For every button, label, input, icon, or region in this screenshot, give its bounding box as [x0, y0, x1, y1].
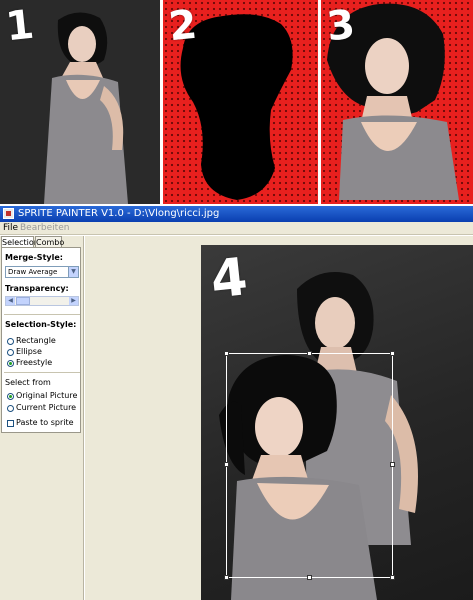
resize-handle[interactable] — [390, 351, 395, 356]
selection-rectangle[interactable] — [224, 351, 395, 580]
merge-style-select[interactable]: Draw Average ▼ — [5, 266, 79, 278]
radio-original-picture[interactable] — [7, 393, 14, 400]
select-from-label: Select from — [5, 378, 51, 387]
paste-to-sprite-label: Paste to sprite — [16, 418, 74, 427]
panel-cutout: 3 — [321, 0, 473, 204]
transparency-slider[interactable]: ◀ ▶ — [5, 296, 79, 306]
resize-handle[interactable] — [307, 575, 312, 580]
panel-original-photo: 1 — [0, 0, 160, 204]
menu-bar: File Bearbeiten — [0, 222, 473, 235]
window-titlebar[interactable]: SPRITE PAINTER V1.0 - D:\Vlong\ricci.jpg — [0, 206, 473, 222]
panel-mask: 2 — [163, 0, 318, 204]
comparison-strip: 1 2 3 — [0, 0, 473, 204]
resize-handle[interactable] — [224, 575, 229, 580]
tab-row: Selection Combo — [0, 236, 84, 247]
resize-handle[interactable] — [307, 351, 312, 356]
chevron-right-icon[interactable]: ▶ — [69, 297, 78, 305]
radio-ellipse-label: Ellipse — [16, 347, 42, 356]
radio-current-picture[interactable] — [7, 405, 14, 412]
panel-number: 2 — [166, 1, 200, 51]
radio-rectangle-label: Rectangle — [16, 336, 56, 345]
divider — [4, 314, 80, 315]
paste-to-sprite-checkbox[interactable] — [7, 420, 14, 427]
radio-original-picture-label: Original Picture — [16, 391, 78, 400]
app-icon — [3, 208, 14, 219]
panel-number: 1 — [3, 1, 37, 51]
chevron-down-icon[interactable]: ▼ — [68, 267, 78, 277]
selection-tab-body: Merge-Style: Draw Average ▼ Transparency… — [1, 247, 81, 433]
transparency-label: Transparency: — [5, 284, 69, 293]
radio-ellipse[interactable] — [7, 349, 14, 356]
resize-handle[interactable] — [390, 462, 395, 467]
radio-freestyle[interactable] — [7, 360, 14, 367]
resize-handle[interactable] — [224, 351, 229, 356]
tool-panel: Selection Combo Merge-Style: Draw Averag… — [0, 236, 84, 600]
menu-edit[interactable]: Bearbeiten — [20, 222, 69, 235]
canvas-image[interactable]: 4 — [201, 245, 473, 600]
panel-number: 3 — [324, 1, 358, 51]
resize-handle[interactable] — [224, 462, 229, 467]
radio-rectangle[interactable] — [7, 338, 14, 345]
radio-freestyle-label: Freestyle — [16, 358, 53, 367]
tab-combo[interactable]: Combo — [35, 236, 64, 247]
radio-current-picture-label: Current Picture — [16, 403, 77, 412]
tab-selection[interactable]: Selection — [1, 236, 39, 247]
window-title: SPRITE PAINTER V1.0 - D:\Vlong\ricci.jpg — [18, 208, 220, 219]
divider — [4, 372, 80, 373]
canvas-area: 4 — [85, 236, 473, 600]
chevron-left-icon[interactable]: ◀ — [6, 297, 15, 305]
selection-style-label: Selection-Style: — [5, 320, 77, 329]
resize-handle[interactable] — [390, 575, 395, 580]
merge-style-label: Merge-Style: — [5, 253, 63, 262]
canvas-number: 4 — [207, 247, 251, 311]
slider-thumb[interactable] — [16, 297, 30, 305]
menu-file[interactable]: File — [3, 222, 18, 235]
merge-style-value: Draw Average — [8, 268, 58, 276]
